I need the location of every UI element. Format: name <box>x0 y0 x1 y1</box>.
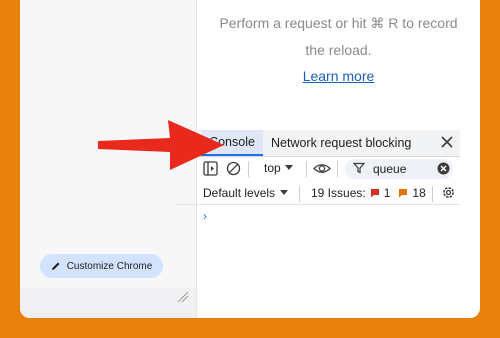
learn-more-link[interactable]: Learn more <box>197 68 480 84</box>
log-levels-label: Default levels <box>203 186 276 200</box>
context-label: top <box>264 161 281 175</box>
empty-state-text-continued: the reload. <box>305 42 372 58</box>
gear-icon[interactable] <box>441 185 456 200</box>
issues-label: 19 Issues: <box>311 186 366 200</box>
resize-handle-icon[interactable] <box>176 290 190 304</box>
page-footer <box>20 288 196 318</box>
console-prompt-chevron[interactable]: › <box>203 209 207 223</box>
customize-chrome-button[interactable]: Customize Chrome <box>40 254 163 278</box>
clear-console-icon[interactable] <box>226 161 241 176</box>
log-levels-dropdown[interactable]: Default levels <box>203 186 289 200</box>
console-filter-input[interactable]: queue <box>345 159 453 179</box>
toolbar-divider <box>248 161 249 177</box>
error-issue-icon <box>370 189 379 198</box>
red-arrow-annotation <box>98 120 224 170</box>
toolbar-divider <box>432 186 433 202</box>
dropdown-arrow-icon <box>284 165 293 170</box>
dropdown-arrow-icon <box>280 190 289 195</box>
context-selector[interactable]: top <box>264 161 293 175</box>
console-levels-bar: Default levels 19 Issues: 1 18 <box>177 182 460 205</box>
toolbar-divider <box>306 161 307 177</box>
warning-issue-icon <box>399 189 408 198</box>
issues-counter[interactable]: 19 Issues: 1 18 <box>311 186 426 200</box>
tab-network-request-blocking[interactable]: Network request blocking <box>271 130 411 156</box>
toolbar-divider <box>299 186 300 202</box>
error-count: 1 <box>383 186 391 200</box>
network-empty-state: Perform a request or hit ⌘ R to record t… <box>197 0 480 120</box>
empty-state-text: Perform a request or hit ⌘ R to record <box>219 15 458 31</box>
pencil-icon <box>51 262 60 270</box>
clear-filter-icon[interactable] <box>437 162 450 175</box>
customize-chrome-label: Customize Chrome <box>66 260 153 272</box>
eye-icon[interactable] <box>313 161 331 176</box>
filter-value: queue <box>373 162 407 176</box>
close-drawer-icon[interactable] <box>440 135 454 149</box>
toolbar-divider <box>337 161 338 177</box>
filter-icon <box>353 162 365 174</box>
warning-count: 18 <box>412 186 426 200</box>
